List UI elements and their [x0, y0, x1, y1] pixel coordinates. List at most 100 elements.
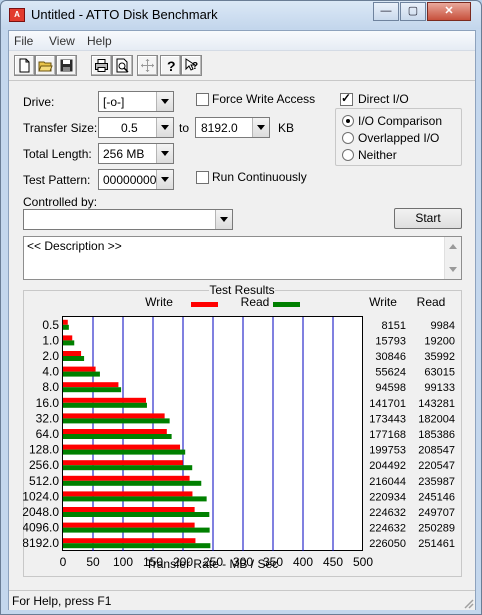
print-icon[interactable]	[91, 55, 112, 76]
write-value: 177168	[369, 429, 406, 441]
write-value: 220934	[369, 491, 406, 503]
new-file-icon[interactable]	[14, 55, 35, 76]
read-bar	[63, 340, 75, 346]
force-write-label: Force Write Access	[212, 92, 316, 106]
x-tick-label: 0	[60, 555, 67, 569]
svg-text:?: ?	[192, 61, 198, 72]
help-icon[interactable]: ?	[160, 55, 181, 76]
scroll-down-icon[interactable]	[449, 267, 457, 272]
test-pattern-select[interactable]: 00000000	[98, 169, 174, 190]
direct-io-checkbox[interactable]: ✓	[340, 91, 353, 106]
chevron-down-icon[interactable]	[156, 118, 173, 137]
write-bar	[63, 397, 147, 403]
category-label: 2048.0	[23, 505, 59, 519]
client-area: File View Help ? ? Drive: [-o-] Force Wr…	[8, 30, 476, 610]
read-bar	[63, 465, 193, 471]
write-value: 15793	[375, 335, 406, 347]
write-bar	[63, 429, 167, 434]
run-continuously-checkbox[interactable]	[196, 171, 209, 184]
category-label: 64.0	[36, 427, 60, 441]
transfer-to-select[interactable]: 8192.0	[195, 117, 270, 138]
read-bar	[63, 496, 207, 502]
chevron-down-icon[interactable]	[215, 210, 232, 229]
chevron-down-icon[interactable]	[156, 92, 173, 111]
transfer-from-value: 0.5	[121, 121, 138, 135]
write-value: 30846	[375, 351, 406, 363]
read-bar	[63, 434, 172, 439]
category-label: 4.0	[42, 365, 59, 379]
radio-selected-dot	[346, 119, 350, 123]
chevron-down-icon[interactable]	[156, 170, 173, 189]
maximize-button[interactable]: ▢	[400, 2, 426, 21]
read-bar	[63, 512, 210, 517]
category-labels: 0.51.0 2.0 4.08.0 16.032.0 64.0 128.0256.0 512…	[23, 318, 59, 550]
menu-file[interactable]: File	[14, 34, 33, 48]
move-icon[interactable]	[137, 55, 158, 76]
category-label: 1.0	[42, 333, 59, 347]
read-value: 9984	[431, 320, 455, 332]
value-columns: 8151 9984 15793 19200 30846 35992 55624 63015 94…	[369, 320, 455, 550]
category-label: 2.0	[42, 349, 59, 363]
write-bar	[63, 460, 183, 466]
category-label: 128.0	[29, 443, 59, 457]
controlled-by-select[interactable]	[23, 209, 233, 230]
drive-value: [-o-]	[103, 95, 125, 109]
close-button[interactable]: ✕	[427, 2, 471, 21]
menu-bar: File View Help	[9, 31, 475, 51]
x-tick-label: 450	[323, 555, 343, 569]
write-value: 224632	[369, 507, 406, 519]
read-value: 250289	[418, 523, 455, 535]
svg-text:?: ?	[167, 58, 176, 73]
start-button[interactable]: Start	[394, 208, 462, 229]
force-write-checkbox[interactable]	[196, 93, 209, 106]
menu-view[interactable]: View	[49, 34, 75, 48]
read-bar	[63, 543, 211, 549]
save-icon[interactable]	[56, 55, 77, 76]
write-value: 216044	[369, 476, 406, 488]
chevron-down-icon[interactable]	[252, 118, 269, 137]
minimize-button[interactable]: —	[373, 2, 399, 21]
total-length-value: 256 MB	[103, 147, 145, 161]
read-bar	[63, 480, 202, 486]
x-axis-label: Transfer Rate - MB / Sec	[146, 557, 278, 571]
radio-neither[interactable]	[342, 149, 354, 161]
total-length-select[interactable]: 256 MB	[98, 143, 174, 164]
write-bar	[63, 413, 165, 419]
drive-select[interactable]: [-o-]	[98, 91, 174, 112]
write-bar	[63, 335, 73, 341]
title-bar[interactable]: A Untitled - ATTO Disk Benchmark — ▢ ✕	[1, 1, 481, 29]
chevron-down-icon[interactable]	[156, 144, 173, 163]
drive-label: Drive:	[23, 95, 55, 109]
read-value: 35992	[424, 351, 455, 363]
open-folder-icon[interactable]	[35, 55, 56, 76]
write-value: 204492	[369, 460, 406, 472]
to-label: to	[179, 121, 190, 135]
read-value: 235987	[418, 476, 455, 488]
test-pattern-label: Test Pattern:	[23, 173, 91, 187]
direct-io-label: Direct I/O	[358, 92, 409, 106]
read-value: 245146	[418, 491, 455, 503]
write-bar	[63, 475, 190, 481]
legend-write-label: Write	[145, 295, 173, 309]
scroll-up-icon[interactable]	[449, 244, 457, 249]
category-label: 512.0	[29, 474, 59, 488]
transfer-from-select[interactable]: 0.5	[98, 117, 174, 138]
print-preview-icon[interactable]	[112, 55, 133, 76]
radio-overlapped-io[interactable]	[342, 132, 354, 144]
description-scrollbar[interactable]	[444, 237, 461, 279]
read-value: 99133	[424, 382, 455, 394]
resize-grip-icon[interactable]	[462, 597, 474, 609]
x-tick-label: 50	[86, 555, 100, 569]
menu-help[interactable]: Help	[87, 34, 112, 48]
write-value: 173443	[369, 413, 406, 425]
transfer-unit-label: KB	[278, 121, 295, 135]
read-value: 220547	[418, 460, 455, 472]
radio-io-comparison[interactable]	[342, 115, 354, 127]
status-text: For Help, press F1	[12, 594, 112, 608]
transfer-to-value: 8192.0	[201, 121, 238, 135]
description-textarea[interactable]: << Description >>	[23, 236, 462, 280]
read-bar	[63, 387, 122, 393]
category-label: 16.0	[36, 396, 60, 410]
context-help-icon[interactable]: ?	[181, 55, 202, 76]
write-bar	[63, 522, 195, 528]
